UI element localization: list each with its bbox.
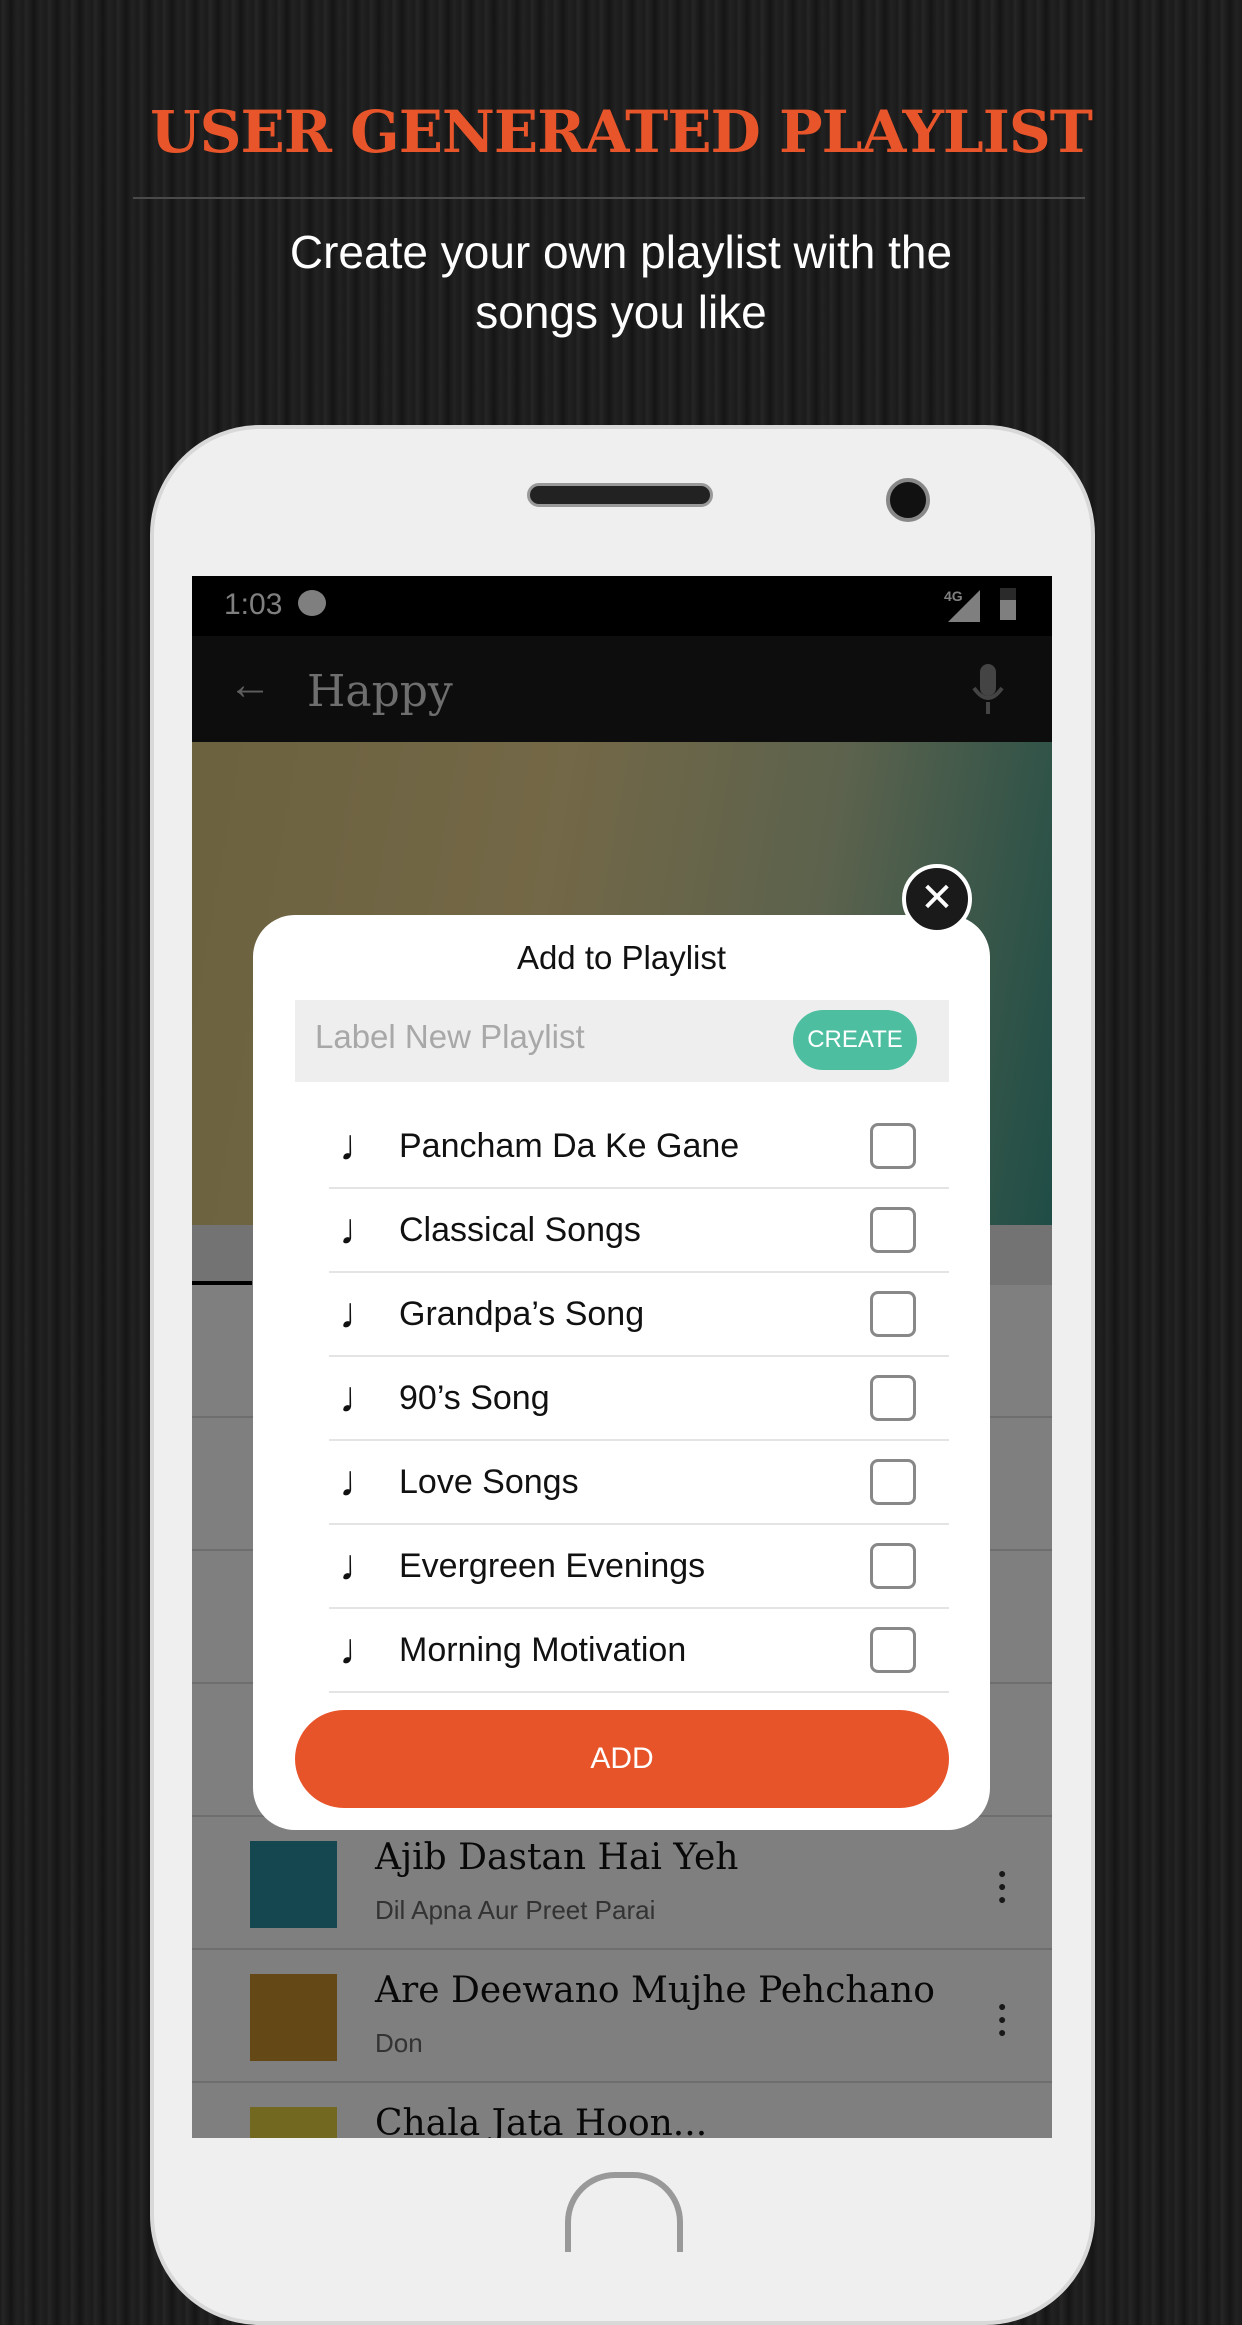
playlist-item[interactable]: ♩ Classical Songs	[329, 1189, 949, 1273]
subtitle-line: Create your own playlist with the	[289, 226, 953, 278]
music-note-icon: ♩	[339, 1205, 383, 1254]
playlist-item[interactable]: ♩ Grandpa’s Song	[329, 1273, 949, 1357]
home-button	[565, 2172, 683, 2252]
playlist-name: Morning Motivation	[399, 1631, 687, 1669]
music-note-icon: ♩	[339, 1121, 383, 1170]
playlist-name: Evergreen Evenings	[399, 1547, 706, 1585]
music-note-icon: ♩	[339, 1373, 383, 1422]
playlist-checkbox[interactable]	[870, 1375, 916, 1421]
dialog-title: Add to Playlist	[516, 939, 727, 976]
playlist-name: Classical Songs	[399, 1211, 641, 1249]
banner-subtitle: Create your own playlist with the songs y…	[0, 222, 1242, 342]
playlist-name: Pancham Da Ke Gane	[399, 1127, 740, 1165]
playlist-item[interactable]: ♩ Evergreen Evenings	[329, 1525, 949, 1609]
playlist-item[interactable]: ♩ 90’s Song	[329, 1357, 949, 1441]
music-note-icon: ♩	[339, 1457, 383, 1506]
playlist-checkbox[interactable]	[870, 1459, 916, 1505]
divider	[133, 197, 1085, 199]
music-note-icon: ♩	[339, 1541, 383, 1590]
playlist-item[interactable]: ♩ Morning Motivation	[329, 1609, 949, 1693]
music-note-icon: ♩	[339, 1625, 383, 1674]
playlist-checkbox[interactable]	[870, 1291, 916, 1337]
playlist-checkbox[interactable]	[870, 1123, 916, 1169]
create-button[interactable]: CREATE	[793, 1010, 917, 1070]
playlist-name: 90’s Song	[399, 1379, 550, 1417]
playlist-checkbox[interactable]	[870, 1207, 916, 1253]
playlist-checkbox[interactable]	[870, 1627, 916, 1673]
music-note-icon: ♩	[339, 1289, 383, 1338]
playlist-item[interactable]: ♩ Love Songs	[329, 1441, 949, 1525]
banner-title: USER GENERATED PLAYLIST	[150, 98, 1093, 166]
new-playlist-input[interactable]	[315, 1018, 785, 1056]
playlist-name: Love Songs	[399, 1463, 579, 1501]
playlist-checkbox[interactable]	[870, 1543, 916, 1589]
close-icon[interactable]: ✕	[902, 864, 972, 934]
speaker-grille	[527, 483, 713, 507]
playlist-name: Grandpa’s Song	[399, 1295, 645, 1333]
subtitle-line: songs you like	[475, 286, 767, 338]
add-to-playlist-dialog: Add to Playlist CREATE ♩ Pancham Da Ke Ga…	[253, 915, 990, 1830]
new-playlist-row: CREATE	[295, 1000, 949, 1082]
playlist-item[interactable]: ♩ Pancham Da Ke Gane	[329, 1105, 949, 1189]
camera-icon	[886, 478, 930, 522]
add-button[interactable]: ADD	[295, 1710, 949, 1808]
